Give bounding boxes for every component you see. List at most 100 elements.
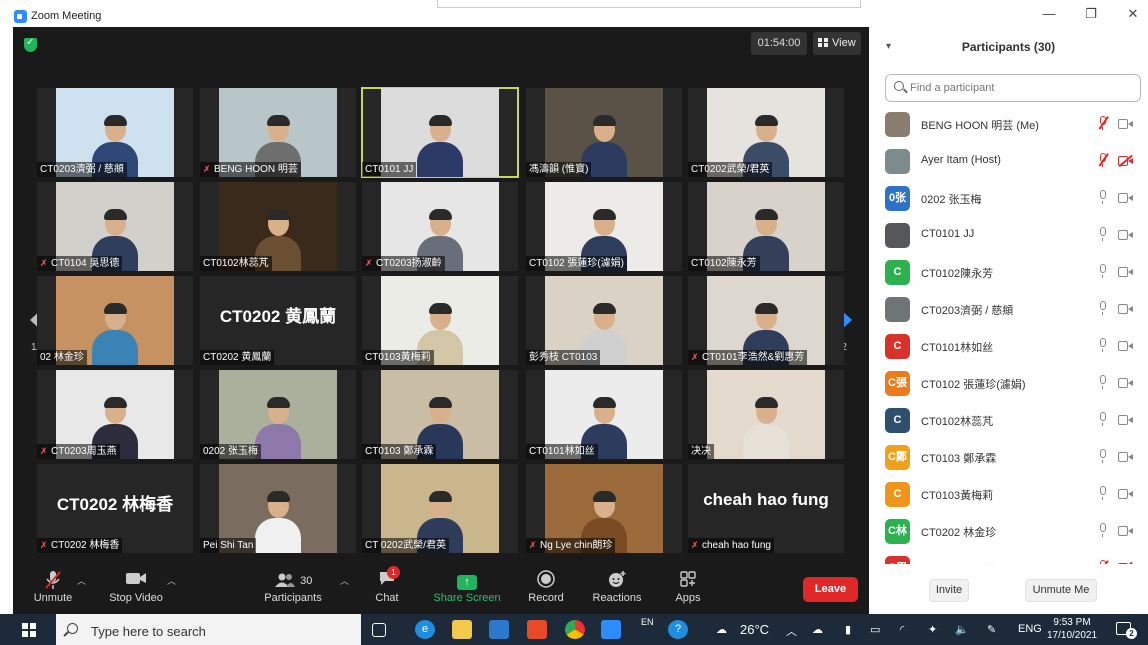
- video-tile[interactable]: ✗ BENG HOON 明芸: [200, 88, 356, 177]
- participant-search-input[interactable]: [910, 75, 1130, 101]
- participant-row[interactable]: C CT0103黃梅莉: [869, 476, 1148, 513]
- mic-icon[interactable]: [1098, 412, 1108, 428]
- show-hidden-icons-chevron-icon[interactable]: ︿: [786, 623, 797, 639]
- participant-row[interactable]: BENG HOON 明芸 (Me): [869, 106, 1148, 143]
- video-tile[interactable]: CT0103 鄭承霖: [362, 370, 518, 459]
- help-icon[interactable]: ?: [668, 620, 688, 639]
- edge-browser-icon[interactable]: e: [415, 620, 435, 639]
- leave-button[interactable]: Leave: [803, 577, 858, 602]
- participants-button[interactable]: 30 Participants ︿: [261, 570, 349, 604]
- video-tile[interactable]: CT0103黃梅莉: [362, 276, 518, 365]
- video-off-icon[interactable]: [1118, 156, 1133, 166]
- video-off-icon[interactable]: [1118, 563, 1133, 564]
- restore-button[interactable]: ❐: [1081, 6, 1101, 22]
- invite-button[interactable]: Invite: [929, 579, 969, 602]
- video-tile[interactable]: 馮濤韻 (惟寶): [526, 88, 682, 177]
- video-tile[interactable]: CT0102陳永芳: [688, 182, 844, 271]
- participant-row[interactable]: C鄭 CT0103 鄭承霖: [869, 439, 1148, 476]
- mic-icon[interactable]: [1098, 449, 1108, 465]
- video-tile[interactable]: 02 林金珍: [37, 276, 193, 365]
- video-tile[interactable]: ✗ CT0101李浩然&劉惠芳: [688, 276, 844, 365]
- video-tile[interactable]: CT0101 JJ: [361, 87, 519, 178]
- mic-icon[interactable]: [1098, 264, 1108, 280]
- reactions-button[interactable]: Reactions: [591, 570, 643, 604]
- participant-row[interactable]: C CT0101林如丝: [869, 328, 1148, 365]
- notification-center-icon[interactable]: 2: [1116, 622, 1137, 639]
- video-tile[interactable]: CT0203濟弼 / 慈頫: [37, 88, 193, 177]
- video-camera-icon[interactable]: [1118, 526, 1133, 536]
- video-camera-icon[interactable]: [1118, 119, 1133, 129]
- lang-eng-indicator[interactable]: ENG: [1018, 623, 1042, 635]
- muted-mic-icon[interactable]: [1098, 560, 1108, 564]
- security-shield-icon[interactable]: [24, 37, 37, 52]
- video-camera-icon[interactable]: [1118, 415, 1133, 425]
- video-tile[interactable]: 彭秀枝 CT0103: [526, 276, 682, 365]
- video-camera-icon[interactable]: [1118, 230, 1133, 240]
- participant-row[interactable]: C周 CT0203 周玉燕: [869, 550, 1148, 564]
- close-button[interactable]: ✕: [1123, 6, 1143, 22]
- chrome-icon[interactable]: [565, 620, 585, 639]
- video-camera-icon[interactable]: [1118, 267, 1133, 277]
- video-tile[interactable]: CT0102林蕊芃: [200, 182, 356, 271]
- video-tile[interactable]: ✗ CT0203扬淑齡: [362, 182, 518, 271]
- minimize-button[interactable]: —: [1039, 6, 1059, 21]
- video-tile[interactable]: cheah hao fung ✗ cheah hao fung: [688, 464, 844, 553]
- participant-list[interactable]: BENG HOON 明芸 (Me) Ayer Itam (Host) 0张 0202 …: [869, 106, 1148, 564]
- participant-row[interactable]: C CT0102林蕊芃: [869, 402, 1148, 439]
- mic-icon[interactable]: [1098, 301, 1108, 317]
- video-tile[interactable]: CT0202 黄鳳蘭 CT0202 黄鳳蘭: [200, 276, 356, 365]
- video-tile[interactable]: CT0102 張蓮珍(濾娟): [526, 182, 682, 271]
- record-button[interactable]: Record: [526, 570, 566, 604]
- video-camera-icon[interactable]: [1118, 193, 1133, 203]
- stop-video-button[interactable]: Stop Video ︿: [107, 570, 176, 604]
- participant-row[interactable]: C張 CT0102 張蓮珍(濾娟): [869, 365, 1148, 402]
- participant-row[interactable]: CT0101 JJ: [869, 217, 1148, 254]
- video-tile[interactable]: CT 0202武榮/君英: [362, 464, 518, 553]
- chat-button[interactable]: 1 Chat: [373, 566, 401, 604]
- wifi-icon[interactable]: ◜: [900, 623, 904, 636]
- video-camera-icon[interactable]: [1118, 304, 1133, 314]
- apps-button[interactable]: Apps: [673, 570, 703, 604]
- video-camera-icon[interactable]: [1118, 378, 1133, 388]
- video-tile[interactable]: 0202 张玉梅: [200, 370, 356, 459]
- unmute-options-caret-icon[interactable]: ︿: [77, 574, 86, 587]
- dropbox-icon[interactable]: ✦: [928, 623, 937, 636]
- office-icon[interactable]: [527, 620, 547, 639]
- participant-row[interactable]: C林 CT0202 林金珍: [869, 513, 1148, 550]
- video-camera-icon[interactable]: [1118, 489, 1133, 499]
- video-options-caret-icon[interactable]: ︿: [167, 574, 176, 587]
- mic-icon[interactable]: [1098, 227, 1108, 243]
- mic-icon[interactable]: [1098, 338, 1108, 354]
- participant-row[interactable]: 0张 0202 张玉梅: [869, 180, 1148, 217]
- microphone-tray-icon[interactable]: ▮: [845, 623, 851, 636]
- participant-row[interactable]: C CT0102陳永芳: [869, 254, 1148, 291]
- video-tile[interactable]: 决决: [688, 370, 844, 459]
- muted-mic-icon[interactable]: [1098, 116, 1108, 132]
- share-screen-button[interactable]: ↑ Share Screen: [433, 570, 501, 604]
- view-button[interactable]: View: [813, 32, 861, 55]
- participants-options-caret-icon[interactable]: ︿: [340, 574, 349, 587]
- store-icon[interactable]: [489, 620, 509, 639]
- video-camera-icon[interactable]: [1118, 341, 1133, 351]
- participant-row[interactable]: CT0203濟弼 / 慈頫: [869, 291, 1148, 328]
- pen-icon[interactable]: ✎: [987, 623, 996, 636]
- unmute-button[interactable]: Unmute ︿: [31, 570, 86, 604]
- file-explorer-icon[interactable]: [452, 620, 472, 639]
- taskbar-clock[interactable]: 9:53 PM 17/10/2021: [1047, 616, 1097, 642]
- video-tile[interactable]: CT0101林如丝: [526, 370, 682, 459]
- battery-icon[interactable]: ▭: [870, 623, 880, 636]
- mic-icon[interactable]: [1098, 375, 1108, 391]
- weather-temperature[interactable]: 26°C: [740, 622, 769, 637]
- windows-start-icon[interactable]: [22, 623, 36, 637]
- video-tile[interactable]: ✗ Ng Lye chin朗珍: [526, 464, 682, 553]
- video-tile[interactable]: ✗ CT0104 吳思德: [37, 182, 193, 271]
- video-tile[interactable]: ✗ CT0203周玉燕: [37, 370, 193, 459]
- zoom-taskbar-icon[interactable]: [601, 620, 621, 639]
- taskbar-search-box[interactable]: Type here to search: [56, 614, 361, 645]
- video-tile[interactable]: CT0202武榮/君英: [688, 88, 844, 177]
- muted-mic-icon[interactable]: [1098, 153, 1108, 169]
- volume-icon[interactable]: 🔈: [955, 623, 969, 636]
- onedrive-cloud-icon[interactable]: ☁: [812, 623, 823, 636]
- participant-row[interactable]: Ayer Itam (Host): [869, 143, 1148, 180]
- unmute-me-button[interactable]: Unmute Me: [1025, 579, 1097, 602]
